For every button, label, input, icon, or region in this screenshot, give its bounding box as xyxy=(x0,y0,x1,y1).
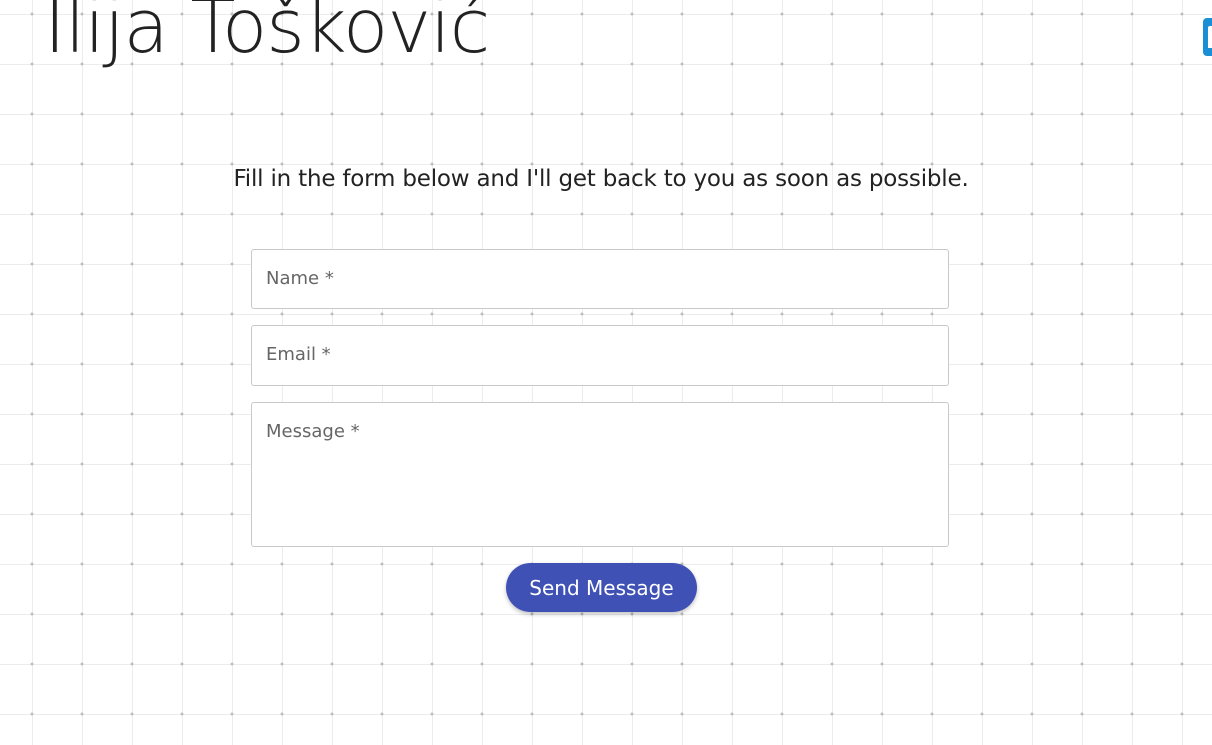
site-title: Ilija Tošković xyxy=(44,0,490,70)
message-field[interactable]: Message * xyxy=(251,402,949,547)
message-placeholder: Message * xyxy=(266,421,360,442)
email-field[interactable]: Email * xyxy=(251,325,949,386)
contact-intro: Fill in the form below and I'll get back… xyxy=(233,166,969,192)
email-placeholder: Email * xyxy=(266,344,331,365)
send-message-button[interactable]: Send Message xyxy=(506,563,697,612)
name-field[interactable]: Name * xyxy=(251,249,949,309)
facebook-icon[interactable] xyxy=(1203,18,1212,56)
name-placeholder: Name * xyxy=(266,268,334,289)
